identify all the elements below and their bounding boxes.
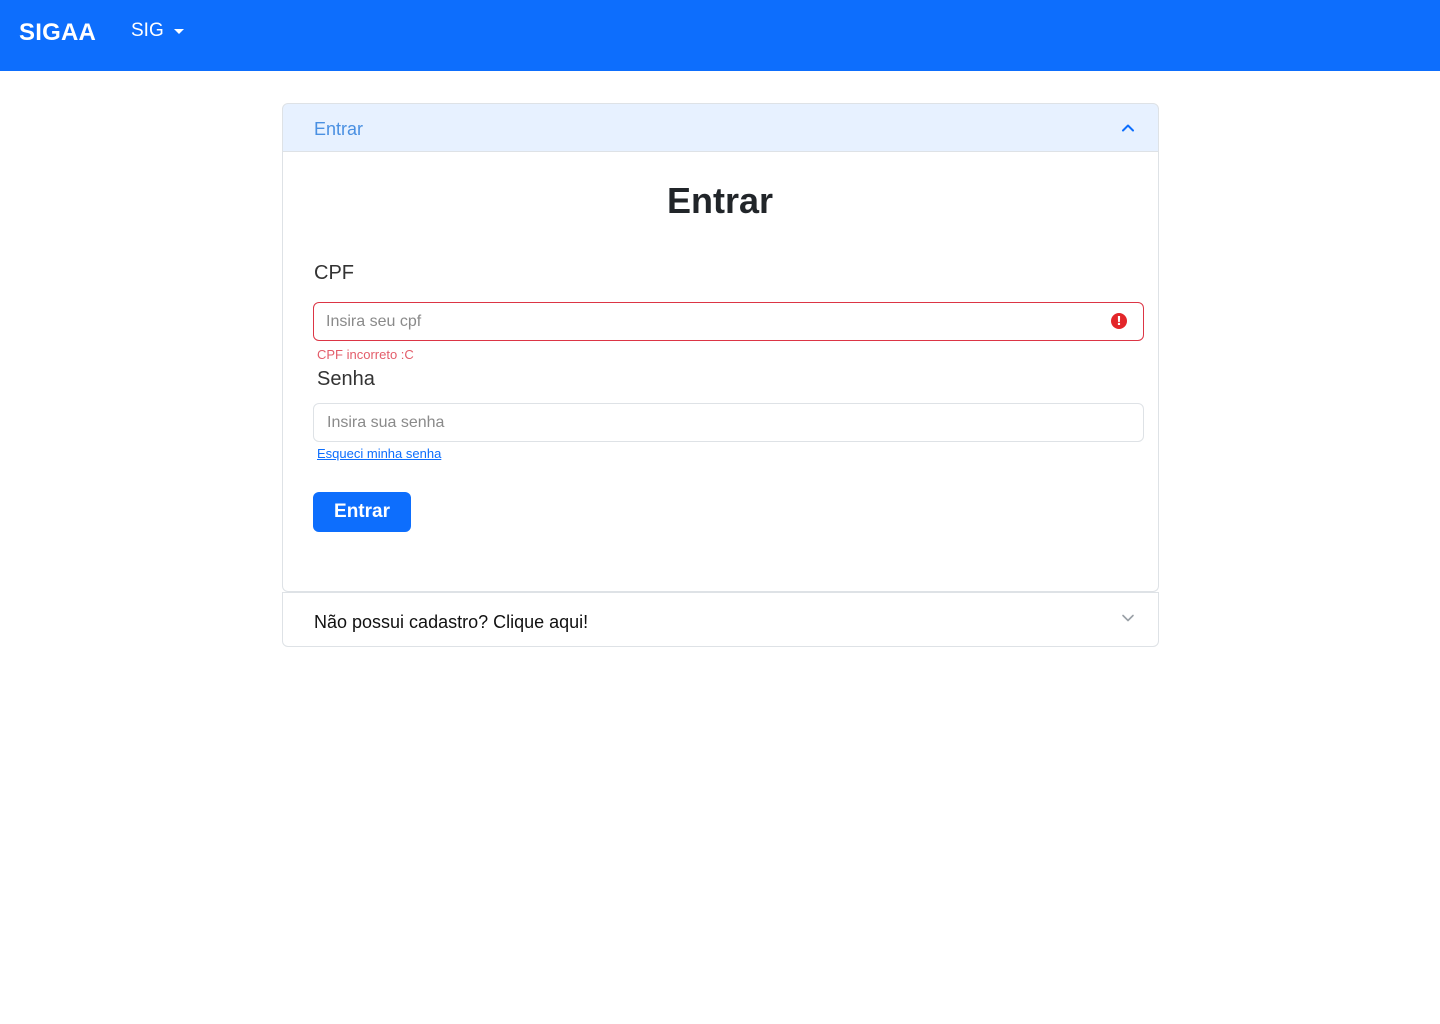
exclamation-circle-icon: ! [1111,313,1127,329]
top-navbar: SIGAA SIG [0,0,1440,71]
chevron-down-icon [1122,614,1134,622]
brand-logo[interactable]: SIGAA [19,19,96,47]
sig-dropdown-label: SIG [131,20,164,41]
forgot-password-link[interactable]: Esqueci minha senha [317,446,441,461]
accordion-header-login[interactable]: Entrar [282,103,1159,152]
accordion-header-register[interactable]: Não possui cadastro? Clique aqui! [282,592,1159,647]
accordion-register-title: Não possui cadastro? Clique aqui! [314,612,589,632]
sig-dropdown-toggle[interactable]: SIG [131,19,184,43]
password-label: Senha [317,368,375,390]
chevron-up-icon [1122,124,1134,132]
login-submit-button[interactable]: Entrar [313,492,411,532]
caret-down-icon [173,28,184,34]
cpf-input[interactable] [313,302,1144,341]
login-form-title: Entrar [666,180,774,221]
cpf-error-message: CPF incorreto :C [317,347,414,362]
password-input[interactable] [313,403,1144,442]
accordion-login-title: Entrar [314,119,364,139]
cpf-label: CPF [314,262,354,284]
